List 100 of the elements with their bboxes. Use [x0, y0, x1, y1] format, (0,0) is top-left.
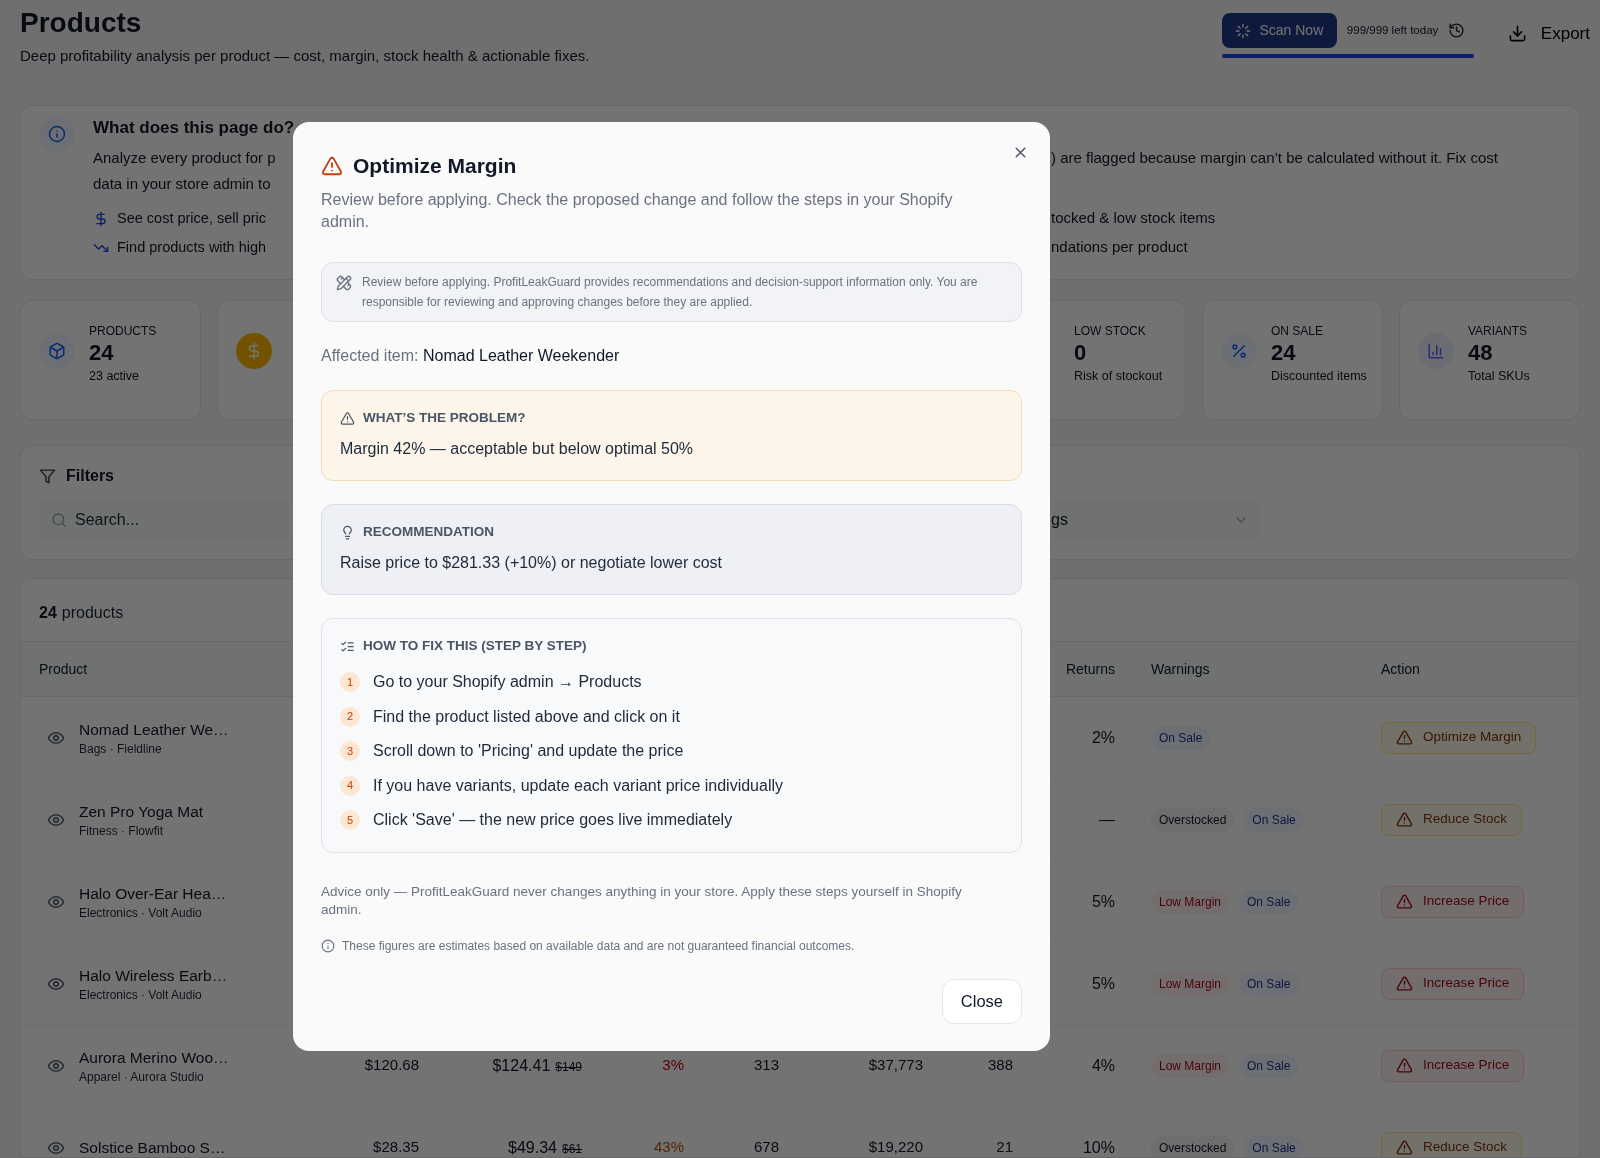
- table-cell: 5%: [1091, 892, 1115, 910]
- info-bullet: See cost price, sell pric: [117, 208, 267, 228]
- warning-badge: Low Margin: [1151, 971, 1230, 996]
- table-cell: 5%: [1091, 974, 1115, 992]
- table-cell: 388: [987, 1056, 1013, 1074]
- warning-icon: [1396, 729, 1413, 746]
- column-header: Product: [39, 660, 88, 677]
- table-cell: —: [1099, 810, 1115, 828]
- stat-caption: Discounted items: [1271, 368, 1368, 385]
- step-number: 4: [340, 775, 360, 796]
- stat-label: ON SALE: [1271, 323, 1325, 339]
- product-name: Solstice Bamboo S…: [79, 1137, 226, 1157]
- filter-icon: [39, 467, 56, 485]
- warning-badge: On Sale: [1244, 1135, 1304, 1157]
- table-cell: 678: [753, 1138, 779, 1156]
- table-cell: $19,220: [868, 1138, 923, 1156]
- section-heading: WHAT’S THE PROBLEM?: [363, 408, 526, 427]
- table-cell: 3%: [662, 1056, 684, 1074]
- product-meta: Electronics · Volt Audio: [79, 986, 203, 1003]
- column-header: Action: [1381, 660, 1420, 677]
- product-name: Zen Pro Yoga Mat: [79, 801, 204, 822]
- info-title: What does this page do?: [93, 117, 296, 139]
- disclaimer-text: Review before applying. ProfitLeakGuard provides recommendations and decision-support information only. You are responsible for reviewing and approving changes before they are applied.: [362, 274, 979, 311]
- dialog-subtitle: Review before applying. Check the proposed change and follow the steps in your Shopify admin.: [321, 190, 954, 232]
- stat-label: VARIANTS: [1468, 323, 1529, 339]
- action-button[interactable]: Increase Price: [1381, 967, 1525, 1000]
- export-button[interactable]: Export: [1507, 13, 1590, 47]
- product-meta: Electronics · Volt Audio: [79, 904, 203, 921]
- warning-icon: [1396, 1139, 1413, 1156]
- cube-icon: [48, 342, 66, 360]
- table-cell-text: $124.41: [492, 1055, 551, 1076]
- warning-badge: Overstocked: [1151, 1135, 1235, 1157]
- product-count-label: products: [61, 603, 124, 623]
- info-bullet: tocked & low stock items: [1051, 208, 1216, 229]
- table-cell: 2%: [1091, 728, 1115, 746]
- section-text: Margin 42% — acceptable but below optimal 50%: [340, 439, 695, 459]
- strikethrough-price: $61: [561, 1140, 582, 1157]
- info-bullet: Find products with high: [117, 237, 267, 257]
- download-icon: [1507, 24, 1527, 44]
- product-name: Nomad Leather We…: [79, 719, 229, 740]
- step-number: 2: [340, 706, 360, 727]
- stat-label: PRODUCTS: [89, 323, 158, 339]
- action-button[interactable]: Increase Price: [1381, 1049, 1525, 1082]
- product-name: Halo Wireless Earb…: [79, 965, 228, 986]
- action-button[interactable]: Increase Price: [1381, 885, 1525, 918]
- table-cell: 21: [996, 1138, 1013, 1156]
- warning-badge: On Sale: [1151, 725, 1211, 750]
- product-count: 24: [39, 603, 57, 623]
- warning-icon: [1396, 1057, 1413, 1074]
- checklist-icon: [340, 638, 355, 654]
- search-icon: [51, 512, 67, 528]
- product-name: Halo Over-Ear Hea…: [79, 883, 227, 904]
- info-text: ) are flagged because margin can’t be calculated without it. Fix cost: [1051, 147, 1498, 168]
- action-button[interactable]: Optimize Margin: [1381, 721, 1537, 754]
- history-icon[interactable]: [1448, 22, 1466, 39]
- page-subtitle: Deep profitability analysis per product — cost, margin, stock health & actionable fixes.: [20, 46, 590, 66]
- bar-chart-icon: [1427, 342, 1445, 360]
- action-button[interactable]: Reduce Stock: [1381, 1131, 1523, 1157]
- note-text: These figures are estimates based on available data and are not guaranteed financial outcomes.: [342, 938, 855, 955]
- table-cell: 313: [753, 1056, 779, 1074]
- table-cell: $120.68: [364, 1056, 419, 1074]
- step-text: Click 'Save' — the new price goes live immediately: [373, 810, 733, 830]
- section-heading: HOW TO FIX THIS (STEP BY STEP): [363, 636, 587, 655]
- warning-badge: Overstocked: [1151, 807, 1235, 832]
- pencil-ruler-icon: [336, 275, 352, 291]
- column-header: Returns: [1065, 660, 1115, 677]
- step-text: If you have variants, update each variant price individually: [373, 775, 783, 796]
- percent-icon: [1230, 342, 1248, 360]
- step-text: Scroll down to 'Pricing' and update the price: [373, 741, 684, 761]
- info-icon: [321, 939, 335, 953]
- table-cell-text: $49.34: [508, 1137, 557, 1157]
- product-meta: Apparel · Aurora Studio: [79, 1068, 205, 1085]
- table-cell: 10%: [1082, 1138, 1115, 1156]
- warning-badge: On Sale: [1239, 971, 1299, 996]
- warning-icon: [1396, 811, 1413, 828]
- table-cell: 43%: [653, 1138, 684, 1156]
- table-cell: $37,773: [868, 1056, 923, 1074]
- dialog-title: Optimize Margin: [353, 153, 517, 180]
- step-number: 5: [340, 810, 360, 830]
- scan-now-button[interactable]: Scan Now: [1221, 13, 1337, 48]
- product-meta: Fitness · Flowfit: [79, 822, 164, 839]
- close-dialog-button[interactable]: Close: [941, 979, 1022, 1024]
- stat-caption: Total SKUs: [1468, 368, 1531, 385]
- warning-badge: On Sale: [1244, 807, 1304, 832]
- warning-icon: [1396, 893, 1413, 910]
- column-header: Warnings: [1151, 660, 1210, 677]
- warning-icon: [321, 155, 343, 177]
- stat-value: 24: [89, 339, 115, 367]
- info-icon: [48, 125, 66, 143]
- strikethrough-price: $149: [555, 1058, 582, 1076]
- product-name: Aurora Merino Woo…: [79, 1047, 229, 1068]
- stat-value: 24: [1271, 339, 1297, 367]
- info-text: Analyze every product for p: [93, 147, 276, 168]
- step-text: Find the product listed above and click on it: [373, 706, 680, 727]
- action-button[interactable]: Reduce Stock: [1381, 803, 1523, 836]
- dollar-icon: [93, 210, 109, 227]
- warning-badge: Low Margin: [1151, 889, 1230, 914]
- warning-icon: [340, 410, 355, 426]
- stat-label: LOW STOCK: [1074, 323, 1147, 339]
- stat-value: 48: [1468, 339, 1494, 367]
